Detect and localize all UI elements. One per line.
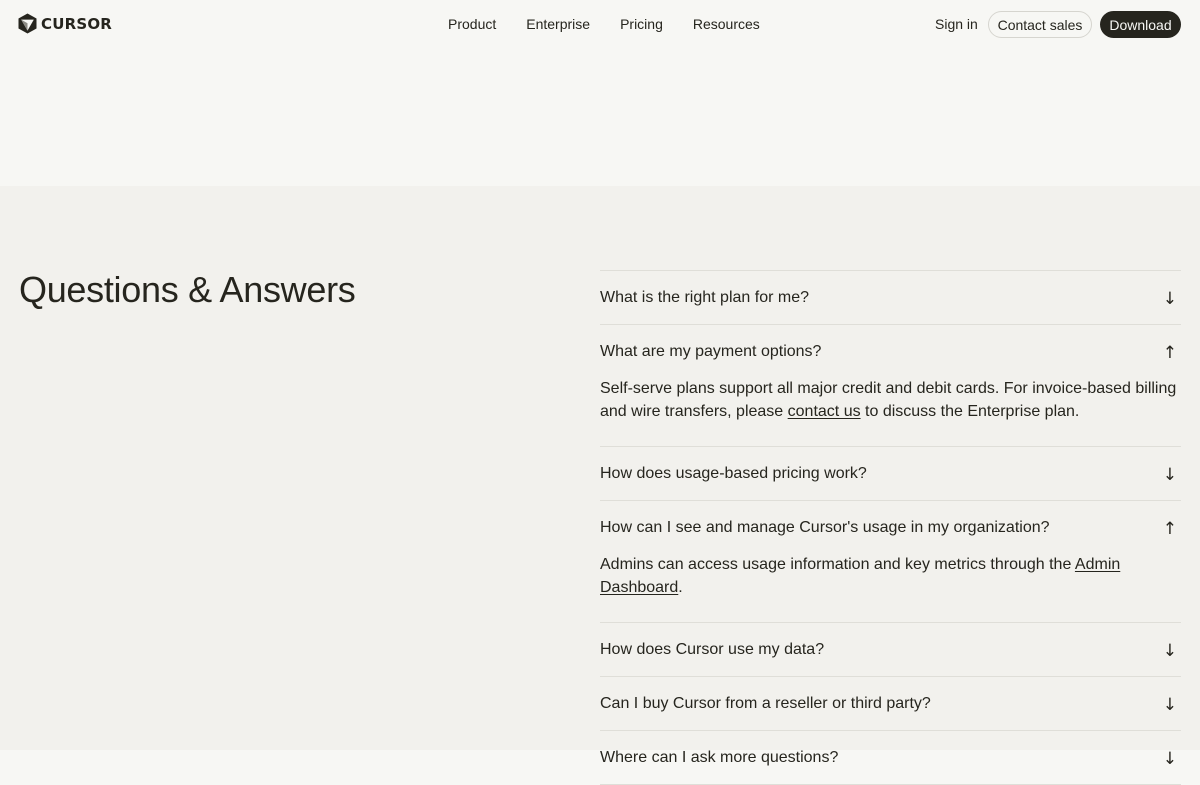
arrow-up-icon: ↑: [1162, 519, 1177, 539]
download-button[interactable]: Download: [1100, 11, 1181, 38]
arrow-down-icon: ↓: [1162, 465, 1177, 485]
faq-heading: Questions & Answers: [19, 269, 356, 310]
faq-item: What are my payment options? ↑ Self-serv…: [600, 325, 1181, 447]
faq-question-text: How does usage-based pricing work?: [600, 465, 867, 482]
faq-answer-text: Admins can access usage information and …: [600, 556, 1075, 573]
contact-us-link[interactable]: contact us: [788, 403, 861, 420]
faq-question-toggle[interactable]: Where can I ask more questions? ↓: [600, 731, 1181, 784]
cursor-cube-icon: [18, 13, 37, 34]
faq-question-text: Can I buy Cursor from a reseller or thir…: [600, 695, 931, 712]
faq-question-text: How does Cursor use my data?: [600, 641, 825, 658]
faq-question-text: How can I see and manage Cursor's usage …: [600, 519, 1050, 536]
logo-text: CURSOR: [41, 14, 113, 33]
faq-answer: Admins can access usage information and …: [600, 553, 1181, 622]
nav-resources[interactable]: Resources: [693, 16, 760, 32]
main-nav: Product Enterprise Pricing Resources: [448, 16, 760, 32]
nav-enterprise[interactable]: Enterprise: [526, 16, 590, 32]
arrow-down-icon: ↓: [1162, 289, 1177, 309]
sign-in-link[interactable]: Sign in: [935, 16, 978, 32]
faq-answer-text: to discuss the Enterprise plan.: [860, 403, 1080, 420]
faq-item: How can I see and manage Cursor's usage …: [600, 501, 1181, 623]
nav-pricing[interactable]: Pricing: [620, 16, 663, 32]
faq-question-toggle[interactable]: How does usage-based pricing work? ↓: [600, 447, 1181, 500]
faq-question-toggle[interactable]: How does Cursor use my data? ↓: [600, 623, 1181, 676]
arrow-up-icon: ↑: [1162, 343, 1177, 363]
cursor-logo[interactable]: CURSOR: [18, 13, 112, 34]
faq-list: What is the right plan for me? ↓ What ar…: [600, 270, 1181, 785]
faq-item: Where can I ask more questions? ↓: [600, 731, 1181, 785]
faq-section: Questions & Answers What is the right pl…: [0, 186, 1200, 785]
contact-sales-button[interactable]: Contact sales: [988, 11, 1092, 38]
nav-product[interactable]: Product: [448, 16, 496, 32]
arrow-down-icon: ↓: [1162, 749, 1177, 769]
faq-question-text: What are my payment options?: [600, 343, 822, 360]
faq-answer-text: .: [678, 579, 683, 596]
faq-item: What is the right plan for me? ↓: [600, 271, 1181, 325]
faq-question-toggle[interactable]: What are my payment options? ↑: [600, 325, 1181, 378]
faq-item: How does Cursor use my data? ↓: [600, 623, 1181, 677]
arrow-down-icon: ↓: [1162, 641, 1177, 661]
faq-question-text: Where can I ask more questions?: [600, 749, 839, 766]
faq-question-toggle[interactable]: Can I buy Cursor from a reseller or thir…: [600, 677, 1181, 730]
faq-item: How does usage-based pricing work? ↓: [600, 447, 1181, 501]
top-navigation-bar: CURSOR Product Enterprise Pricing Resour…: [0, 0, 1200, 50]
arrow-down-icon: ↓: [1162, 695, 1177, 715]
faq-question-toggle[interactable]: What is the right plan for me? ↓: [600, 271, 1181, 324]
faq-answer: Self-serve plans support all major credi…: [600, 377, 1181, 446]
faq-question-toggle[interactable]: How can I see and manage Cursor's usage …: [600, 501, 1181, 554]
faq-question-text: What is the right plan for me?: [600, 289, 809, 306]
faq-item: Can I buy Cursor from a reseller or thir…: [600, 677, 1181, 731]
